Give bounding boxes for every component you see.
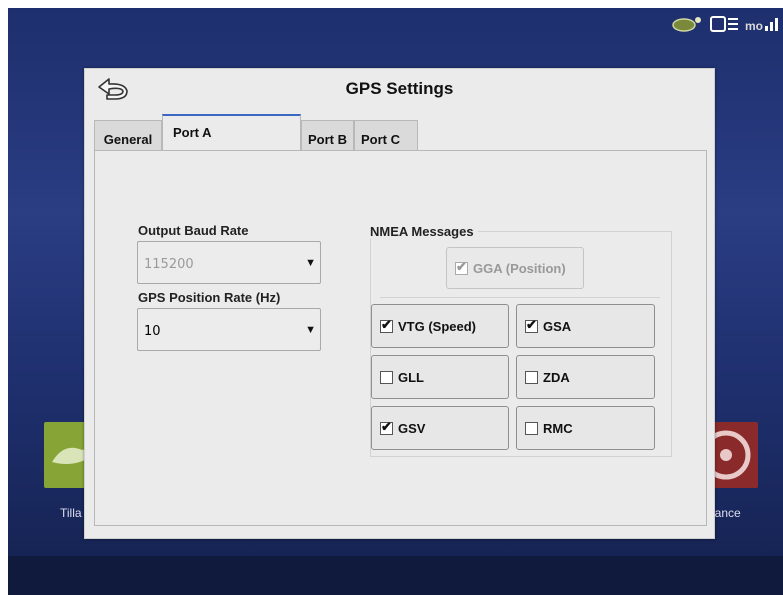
port-a-panel: Output Baud Rate 115200 ▼ GPS Position R… [94, 150, 707, 526]
display-icon [710, 16, 738, 32]
gps-position-rate-value: 10 [144, 324, 161, 339]
checkbox-icon: ✔ [380, 418, 393, 435]
gll-checkbox[interactable]: GLL [371, 355, 509, 399]
gsa-label: GSA [543, 318, 572, 334]
output-baud-rate-value: 115200 [144, 257, 194, 272]
checkbox-icon [380, 370, 393, 384]
status-bar: mo [671, 12, 779, 36]
tab-port-a[interactable]: Port A [162, 114, 301, 152]
checkbox-icon [525, 421, 538, 435]
output-baud-rate-select[interactable]: 115200 ▼ [137, 241, 321, 284]
dialog-title: GPS Settings [345, 79, 454, 98]
svg-text:mo: mo [745, 19, 763, 33]
zda-checkbox[interactable]: ZDA [516, 355, 655, 399]
dropdown-arrow-icon: ▼ [305, 324, 316, 336]
rmc-checkbox[interactable]: RMC [516, 406, 655, 450]
nmea-divider [380, 297, 660, 298]
check-mark-icon: ✔ [456, 258, 467, 274]
tillage-app-label: Tilla [60, 506, 82, 520]
dropdown-arrow-icon: ▼ [305, 257, 316, 269]
nmea-messages-title: NMEA Messages [370, 224, 478, 239]
checkbox-icon [525, 370, 538, 384]
gps-satellite-icon [672, 17, 701, 32]
check-mark-icon: ✔ [381, 316, 392, 332]
output-baud-rate-label: Output Baud Rate [138, 223, 249, 238]
zda-label: ZDA [543, 369, 570, 385]
tab-port-c[interactable]: Port C [354, 120, 418, 150]
modem-icon: mo [745, 18, 778, 33]
gll-label: GLL [398, 369, 424, 385]
checkbox-icon: ✔ [525, 316, 538, 333]
gsv-checkbox[interactable]: ✔ GSV [371, 406, 509, 450]
tab-port-b[interactable]: Port B [301, 120, 354, 150]
gps-settings-dialog: GPS Settings General Port B Port C Port … [84, 68, 715, 539]
gps-position-rate-label: GPS Position Rate (Hz) [138, 290, 281, 305]
gga-position-checkbox[interactable]: ✔ GGA (Position) [446, 247, 584, 289]
checkbox-icon: ✔ [380, 316, 393, 333]
checkbox-icon: ✔ [455, 258, 468, 275]
tab-general[interactable]: General [94, 120, 162, 150]
gga-position-label: GGA (Position) [473, 260, 566, 276]
gsv-label: GSV [398, 420, 426, 436]
vtg-speed-checkbox[interactable]: ✔ VTG (Speed) [371, 304, 509, 348]
check-mark-icon: ✔ [526, 316, 537, 332]
check-mark-icon: ✔ [381, 418, 392, 434]
gsa-checkbox[interactable]: ✔ GSA [516, 304, 655, 348]
gps-position-rate-select[interactable]: 10 ▼ [137, 308, 321, 351]
bottom-bar [8, 556, 783, 595]
vtg-speed-label: VTG (Speed) [398, 318, 477, 334]
rmc-label: RMC [543, 420, 573, 436]
